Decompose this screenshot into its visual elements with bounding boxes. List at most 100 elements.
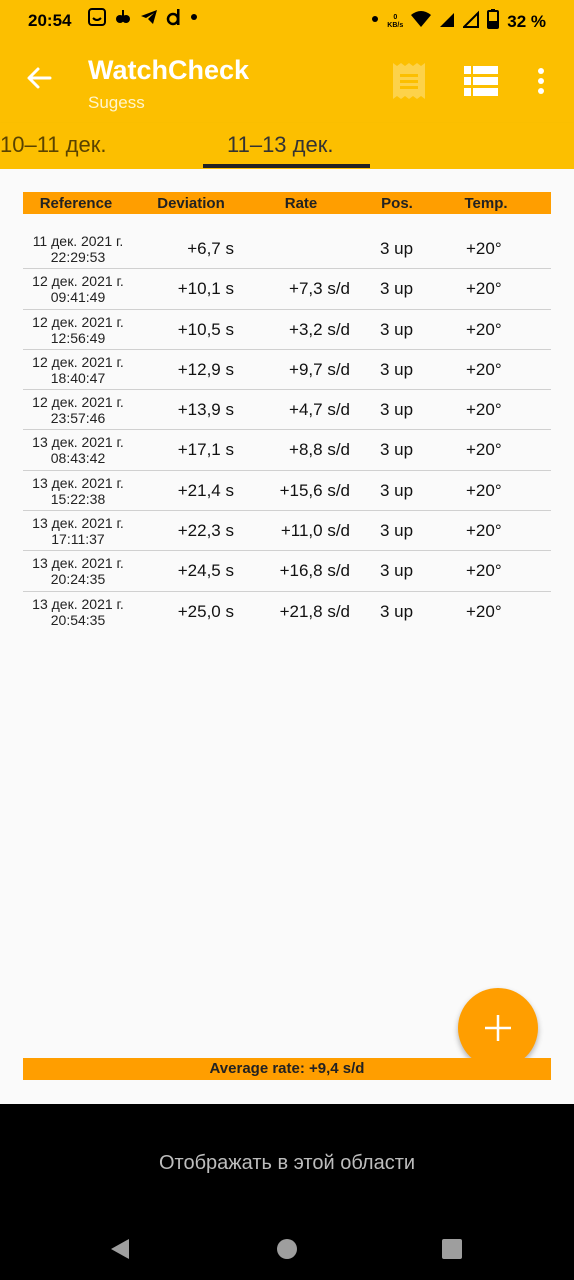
table-row[interactable]: 13 дек. 2021 г. 20:54:35 +25,0 s +21,8 s/… <box>23 592 551 631</box>
receipt-icon <box>389 61 429 106</box>
reference-date: 13 дек. 2021 г. <box>32 474 124 491</box>
table-row[interactable]: 12 дек. 2021 г. 12:56:49 +10,5 s +3,2 s/d… <box>23 310 551 350</box>
average-rate: Average rate: +9,4 s/d <box>23 1058 551 1080</box>
nav-recents-button[interactable] <box>439 1238 465 1264</box>
table-header: Reference Deviation Rate Pos. Temp. <box>23 192 551 214</box>
table-row[interactable]: 12 дек. 2021 г. 09:41:49 +10,1 s +7,3 s/d… <box>23 269 551 310</box>
position-cell: 3 up <box>380 601 414 621</box>
reference-time: 09:41:49 <box>50 289 106 306</box>
tab-period-2[interactable]: 11–13 дек. <box>227 132 333 158</box>
reference-date: 13 дек. 2021 г. <box>32 434 124 451</box>
system-icons: 0 KB/s 32 % <box>371 9 546 35</box>
deviation-cell: +24,5 s <box>177 561 234 581</box>
position-cell: 3 up <box>380 279 414 299</box>
ad-banner[interactable]: Отображать в этой области <box>0 1104 574 1224</box>
table-row[interactable]: 13 дек. 2021 г. 08:43:42 +17,1 s +8,8 s/d… <box>23 430 551 471</box>
smiley-notification-icon <box>88 8 106 32</box>
circle-home-icon <box>276 1238 298 1265</box>
add-measurement-button[interactable] <box>458 988 538 1068</box>
temperature-cell: +20° <box>466 440 502 460</box>
table-row[interactable]: 13 дек. 2021 г. 20:24:35 +24,5 s +16,8 s/… <box>23 551 551 592</box>
header-deviation: Deviation <box>157 195 225 212</box>
deviation-cell: +13,9 s <box>177 400 234 420</box>
table-row[interactable]: 13 дек. 2021 г. 17:11:37 +22,3 s +11,0 s/… <box>23 511 551 552</box>
reference-time: 15:22:38 <box>50 490 106 507</box>
nav-back-button[interactable] <box>107 1238 133 1264</box>
list-view-button[interactable] <box>461 63 501 103</box>
signal-icon <box>461 10 480 34</box>
position-cell: 3 up <box>380 239 414 258</box>
header-rate: Rate <box>284 195 318 212</box>
reference-date: 13 дек. 2021 г. <box>32 595 124 612</box>
position-cell: 3 up <box>380 359 414 379</box>
temperature-cell: +20° <box>466 239 502 258</box>
rate-cell: +8,8 s/d <box>289 440 350 460</box>
rate-cell: +11,0 s/d <box>280 521 350 541</box>
d-app-icon <box>166 8 182 32</box>
reference-time: 08:43:42 <box>50 450 106 467</box>
back-button[interactable] <box>24 63 60 99</box>
period-tabs: 10–11 дек. 11–13 дек. <box>0 123 574 169</box>
nav-home-button[interactable] <box>274 1238 300 1264</box>
network-speed: 0 KB/s <box>387 14 403 30</box>
measurements-table: 11 дек. 2021 г. 22:29:53 +6,7 s 3 up +20°… <box>23 229 551 631</box>
reference-cell: 12 дек. 2021 г. 23:57:46 <box>23 394 133 426</box>
network-speed-value: 0 <box>393 14 398 21</box>
header-reference: Reference <box>39 195 113 212</box>
reference-cell: 12 дек. 2021 г. 12:56:49 <box>23 314 133 346</box>
position-cell: 3 up <box>380 561 414 581</box>
reference-cell: 12 дек. 2021 г. 09:41:49 <box>23 273 133 305</box>
reference-cell: 11 дек. 2021 г. 22:29:53 <box>23 233 133 265</box>
reference-date: 12 дек. 2021 г. <box>32 273 124 290</box>
reference-date: 12 дек. 2021 г. <box>32 353 124 370</box>
header-pos: Pos. <box>381 195 413 212</box>
reference-time: 20:24:35 <box>50 571 106 588</box>
rate-cell: +3,2 s/d <box>289 319 350 339</box>
temperature-cell: +20° <box>466 561 502 581</box>
table-row[interactable]: 12 дек. 2021 г. 18:40:47 +12,9 s +9,7 s/d… <box>23 350 551 391</box>
reference-cell: 12 дек. 2021 г. 18:40:47 <box>23 354 133 386</box>
position-cell: 3 up <box>380 319 414 339</box>
add-icon <box>483 1008 513 1052</box>
status-bar: 20:54 0 KB/s 32 % <box>0 0 574 41</box>
header-temp: Temp. <box>464 195 508 212</box>
reference-date: 13 дек. 2021 г. <box>32 515 124 532</box>
app-subtitle: Sugess <box>88 93 145 112</box>
reference-cell: 13 дек. 2021 г. 15:22:38 <box>23 475 133 507</box>
table-row[interactable]: 13 дек. 2021 г. 15:22:38 +21,4 s +15,6 s/… <box>23 471 551 512</box>
signal-icon <box>439 10 455 34</box>
rate-cell: +15,6 s/d <box>279 480 350 500</box>
system-nav-bar <box>0 1224 574 1280</box>
more-options-button[interactable] <box>521 63 561 103</box>
table-row[interactable]: 11 дек. 2021 г. 22:29:53 +6,7 s 3 up +20° <box>23 229 551 270</box>
temperature-cell: +20° <box>466 400 502 420</box>
app-notification-icon <box>114 8 132 32</box>
wifi-icon <box>411 10 432 34</box>
measurements-panel: Reference Deviation Rate Pos. Temp. 11 д… <box>0 169 574 1104</box>
reference-time: 12:56:49 <box>50 329 106 346</box>
app-bar: WatchCheck Sugess <box>0 41 574 123</box>
temperature-cell: +20° <box>466 480 502 500</box>
more-vert-icon <box>537 67 545 99</box>
temperature-cell: +20° <box>466 319 502 339</box>
battery-icon <box>487 9 500 35</box>
position-cell: 3 up <box>380 480 414 500</box>
reference-date: 12 дек. 2021 г. <box>32 394 124 411</box>
rate-cell: +9,7 s/d <box>289 359 350 379</box>
dot-icon <box>190 8 198 32</box>
rate-cell: +21,8 s/d <box>279 601 350 621</box>
receipt-button[interactable] <box>389 61 429 106</box>
temperature-cell: +20° <box>466 359 502 379</box>
square-recents-icon <box>441 1238 463 1265</box>
table-row[interactable]: 12 дек. 2021 г. 23:57:46 +13,9 s +4,7 s/d… <box>23 390 551 431</box>
reference-cell: 13 дек. 2021 г. 20:54:35 <box>23 596 133 628</box>
reference-date: 11 дек. 2021 г. <box>32 233 124 249</box>
deviation-cell: +25,0 s <box>177 601 234 621</box>
tab-indicator <box>203 164 370 168</box>
reference-time: 22:29:53 <box>50 249 106 265</box>
rate-cell: +7,3 s/d <box>289 279 350 299</box>
deviation-cell: +17,1 s <box>177 440 234 460</box>
reference-time: 17:11:37 <box>51 531 105 548</box>
tab-period-1[interactable]: 10–11 дек. <box>0 132 106 158</box>
deviation-cell: +6,7 s <box>187 239 234 258</box>
